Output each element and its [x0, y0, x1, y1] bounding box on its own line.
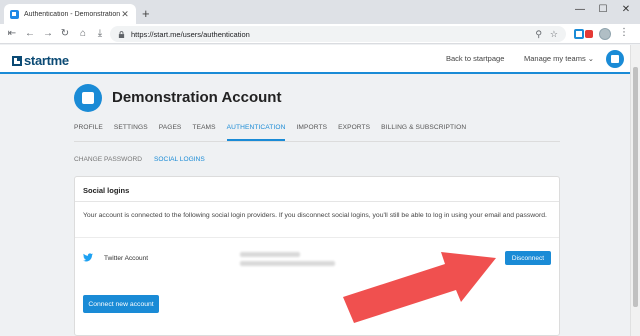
tab-close-icon[interactable]: ✕: [120, 9, 130, 20]
tab-billing[interactable]: BILLING & SUBSCRIPTION: [381, 124, 466, 141]
tabs-divider: [74, 141, 560, 142]
startme-favicon-icon: [10, 9, 19, 19]
browser-tab[interactable]: Authentication - Demonstration... ✕: [4, 4, 136, 24]
forward-icon[interactable]: ←: [24, 27, 36, 41]
menu-kebab-icon[interactable]: ⋮: [619, 27, 629, 38]
page-scrollbar[interactable]: [630, 45, 640, 336]
browser-toolbar: ⇤ ← → ↻ ⌂ ⤓ https://start.me/users/authe…: [0, 24, 640, 44]
logo-text: startme: [24, 53, 69, 68]
manage-teams-dropdown[interactable]: Manage my teams ⌄: [524, 54, 594, 63]
home-icon[interactable]: ⌂: [77, 27, 89, 41]
provider-name: Twitter Account: [104, 255, 149, 262]
startme-logo-icon: [12, 55, 22, 66]
forward-icon[interactable]: →: [42, 27, 54, 41]
subtab-change-password[interactable]: CHANGE PASSWORD: [74, 156, 142, 163]
scrollbar-thumb[interactable]: [633, 67, 638, 307]
settings-tabs: PROFILE SETTINGS PAGES TEAMS AUTHENTICAT…: [74, 124, 477, 141]
download-icon[interactable]: ⤓: [94, 27, 106, 41]
reload-icon[interactable]: ↻: [59, 27, 71, 41]
social-logins-card: Social logins Your account is connected …: [74, 176, 560, 336]
auth-subnav: CHANGE PASSWORD SOCIAL LOGINS: [74, 156, 217, 163]
card-description: Your account is connected to the followi…: [83, 212, 547, 219]
extension-icon[interactable]: [585, 30, 593, 38]
tab-title: Authentication - Demonstration...: [24, 10, 120, 18]
startme-extension-icon[interactable]: [574, 29, 584, 39]
disconnect-button[interactable]: Disconnect: [505, 251, 551, 265]
url-text: https://start.me/users/authentication: [131, 29, 250, 39]
minimize-icon[interactable]: —: [570, 4, 590, 15]
account-name: Demonstration Account: [112, 89, 282, 106]
redacted-account-email: [240, 261, 335, 266]
browser-titlebar: Authentication - Demonstration... ✕ + — …: [0, 0, 640, 24]
tab-teams[interactable]: TEAMS: [192, 124, 215, 141]
profile-avatar-icon[interactable]: [599, 28, 611, 40]
lock-icon: [118, 30, 125, 38]
tab-imports[interactable]: IMPORTS: [296, 124, 327, 141]
card-divider: [75, 201, 559, 202]
tab-authentication[interactable]: AUTHENTICATION: [226, 124, 286, 141]
twitter-icon: [83, 253, 93, 262]
maximize-icon[interactable]: ☐: [593, 4, 613, 15]
back-icon[interactable]: ⇤: [6, 27, 18, 41]
subtab-social-logins[interactable]: SOCIAL LOGINS: [154, 156, 205, 163]
account-avatar: [74, 84, 102, 112]
new-tab-icon[interactable]: +: [142, 6, 150, 21]
site-header: startme Back to startpage Manage my team…: [0, 45, 640, 74]
tab-settings[interactable]: SETTINGS: [114, 124, 148, 141]
address-bar[interactable]: https://start.me/users/authentication ⚲ …: [110, 26, 566, 42]
tab-profile[interactable]: PROFILE: [74, 124, 103, 141]
startme-logo[interactable]: startme: [12, 53, 69, 68]
back-to-startpage-link[interactable]: Back to startpage: [446, 54, 504, 63]
redacted-account-name: [240, 252, 300, 257]
tab-pages[interactable]: PAGES: [159, 124, 182, 141]
account-button[interactable]: [606, 50, 624, 68]
tab-exports[interactable]: EXPORTS: [338, 124, 370, 141]
bookmark-star-icon[interactable]: ☆: [550, 29, 558, 40]
card-title: Social logins: [83, 186, 130, 195]
row-divider: [75, 237, 559, 238]
connect-new-account-button[interactable]: Connect new account: [83, 295, 159, 313]
zoom-icon[interactable]: ⚲: [535, 29, 542, 40]
close-window-icon[interactable]: ✕: [616, 4, 636, 15]
